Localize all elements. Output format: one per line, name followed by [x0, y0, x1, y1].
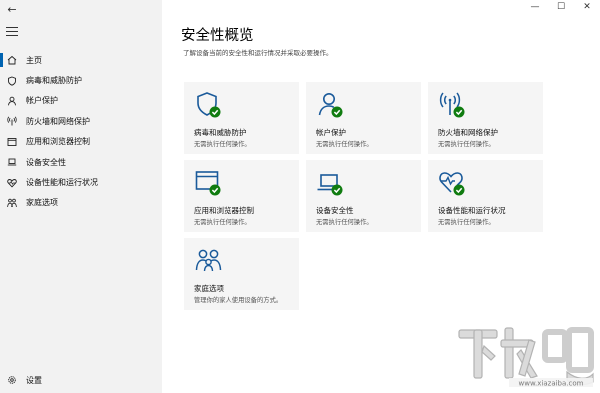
gear-icon — [7, 375, 17, 385]
tile-status: 无需执行任何操作。 — [438, 219, 495, 226]
tile-title: 家庭选项 — [194, 284, 224, 293]
laptop-check-icon — [316, 168, 346, 198]
page-title: 安全性概览 — [181, 28, 254, 44]
sidebar-item-label: 家庭选项 — [26, 198, 58, 208]
page-subtitle: 了解设备当前的安全性和运行情况并采取必要操作。 — [183, 49, 333, 57]
watermark-url: www.xiazaiba.com — [519, 380, 584, 388]
watermark-logo: www.xiazaiba.com — [455, 322, 597, 390]
home-icon — [7, 55, 17, 65]
tile-status: 无需执行任何操作。 — [194, 141, 251, 148]
hamburger-menu-button[interactable] — [6, 27, 18, 37]
shield-check-icon — [194, 90, 224, 120]
tile-device-health[interactable]: 设备性能和运行状况 无需执行任何操作。 — [428, 160, 543, 232]
tile-title: 病毒和威胁防护 — [194, 128, 247, 137]
laptop-icon — [7, 157, 17, 167]
tile-account-protection[interactable]: 帐户保护 无需执行任何操作。 — [306, 82, 421, 154]
tile-title: 设备性能和运行状况 — [438, 206, 506, 215]
sidebar-item-device-health[interactable]: 设备性能和运行状况 — [0, 172, 162, 192]
app-window-icon — [7, 137, 17, 147]
tile-title: 帐户保护 — [316, 128, 346, 137]
tile-status: 无需执行任何操作。 — [316, 141, 373, 148]
sidebar-item-label: 帐户保护 — [26, 96, 58, 106]
shield-icon — [7, 76, 17, 86]
sidebar-nav: 主页 病毒和威胁防护 帐户保护 防火墙和网络保护 应用和浏览器控制 设备安全性 … — [0, 50, 162, 213]
person-check-icon — [316, 90, 346, 120]
sidebar-item-label: 设备安全性 — [26, 157, 66, 167]
heart-icon — [7, 178, 17, 188]
tile-virus-protection[interactable]: 病毒和威胁防护 无需执行任何操作。 — [184, 82, 299, 154]
wifi-icon — [7, 116, 17, 126]
tile-title: 应用和浏览器控制 — [194, 206, 254, 215]
tile-status: 无需执行任何操作。 — [194, 219, 251, 226]
sidebar-item-app-browser-control[interactable]: 应用和浏览器控制 — [0, 132, 162, 152]
sidebar-item-label: 防火墙和网络保护 — [26, 116, 90, 126]
person-icon — [7, 96, 17, 106]
sidebar-item-device-security[interactable]: 设备安全性 — [0, 152, 162, 172]
tile-status: 无需执行任何操作。 — [438, 141, 495, 148]
heart-check-icon — [438, 168, 468, 198]
sidebar-item-label: 设备性能和运行状况 — [26, 178, 98, 188]
sidebar-item-label: 应用和浏览器控制 — [26, 137, 90, 147]
sidebar-item-home[interactable]: 主页 — [0, 50, 162, 70]
tile-title: 设备安全性 — [316, 206, 354, 215]
app-window-check-icon — [194, 168, 224, 198]
family-icon — [7, 198, 17, 208]
tile-firewall[interactable]: 防火墙和网络保护 无需执行任何操作。 — [428, 82, 543, 154]
sidebar-item-family-options[interactable]: 家庭选项 — [0, 193, 162, 213]
sidebar-item-firewall[interactable]: 防火墙和网络保护 — [0, 111, 162, 131]
sidebar-item-virus-protection[interactable]: 病毒和威胁防护 — [0, 70, 162, 90]
family-icon — [194, 246, 224, 276]
settings-label: 设置 — [26, 375, 42, 385]
sidebar-item-settings[interactable]: 设置 — [0, 370, 162, 390]
sidebar: ← 主页 病毒和威胁防护 帐户保护 防火墙和网络保护 应用和浏览器控制 设备安全… — [0, 0, 162, 393]
sidebar-item-label: 主页 — [26, 55, 42, 65]
tile-device-security[interactable]: 设备安全性 无需执行任何操作。 — [306, 160, 421, 232]
tile-title: 防火墙和网络保护 — [438, 128, 498, 137]
tile-family-options[interactable]: 家庭选项 管理你的家人使用设备的方式。 — [184, 238, 299, 310]
wifi-check-icon — [438, 90, 468, 120]
tile-status: 管理你的家人使用设备的方式。 — [194, 297, 283, 304]
tile-status: 无需执行任何操作。 — [316, 219, 373, 226]
sidebar-item-account-protection[interactable]: 帐户保护 — [0, 91, 162, 111]
sidebar-item-label: 病毒和威胁防护 — [26, 76, 82, 86]
tile-app-browser-control[interactable]: 应用和浏览器控制 无需执行任何操作。 — [184, 160, 299, 232]
